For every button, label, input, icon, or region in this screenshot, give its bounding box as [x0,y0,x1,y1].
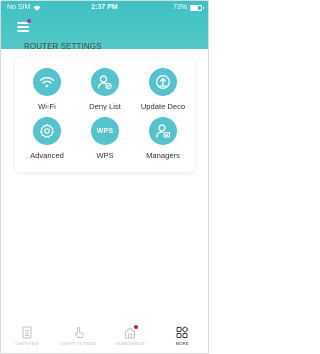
tile-label: Wi-Fi [38,102,56,111]
wps-icon: WPS [91,117,119,145]
nav-smart-actions[interactable]: SMART ACTIONS [55,326,103,346]
status-bar: No SIM 2:37 PM 73% [1,1,208,15]
update-icon [149,68,177,96]
battery-fill [191,5,199,10]
homeshield-icon [106,326,154,339]
hamburger-menu-icon[interactable] [17,19,31,33]
nav-overview[interactable]: OVERVIEW [3,326,51,346]
notification-dot [27,19,31,23]
nav-label: OVERVIEW [15,341,39,346]
status-right: 73% [172,4,204,11]
tile-update-deco[interactable]: Update Deco [133,68,193,111]
section-title: ROUTER SETTINGS [24,42,102,51]
settings-card: Wi-Fi Deny List Update Deco Advanced WPS… [15,57,195,172]
tile-label: Managers [146,151,180,160]
nav-label: HOMESHIELD [116,341,145,346]
tile-label: Update Deco [140,102,186,111]
tile-label: WPS [96,151,114,160]
deny-list-icon [91,68,119,96]
tile-deny-list[interactable]: Deny List [75,68,135,111]
bottom-nav: OVERVIEW SMART ACTIONS HOMESHIELD MORE [1,321,208,353]
more-icon [158,326,206,339]
smart-actions-icon [55,326,103,339]
managers-icon [149,117,177,145]
tile-managers[interactable]: Managers [133,117,193,160]
overview-icon [3,326,51,339]
tile-wifi[interactable]: Wi-Fi [17,68,77,111]
nav-label: SMART ACTIONS [60,341,97,346]
tile-wps[interactable]: WPS WPS [75,117,135,160]
tile-label: Deny List [89,102,121,111]
nav-more[interactable]: MORE [158,326,206,346]
phone-screen: No SIM 2:37 PM 73% ROUTER SETTINGS Wi-Fi… [0,0,209,354]
wifi-icon [33,68,61,96]
tile-label: Advanced [30,151,64,160]
gear-icon [33,117,61,145]
nav-label: MORE [175,341,189,346]
battery-icon [190,4,204,11]
wps-icon-text: WPS [96,127,114,135]
tile-advanced[interactable]: Advanced [17,117,77,160]
nav-homeshield[interactable]: HOMESHIELD [106,325,154,346]
battery-percent: 73% [172,4,187,11]
